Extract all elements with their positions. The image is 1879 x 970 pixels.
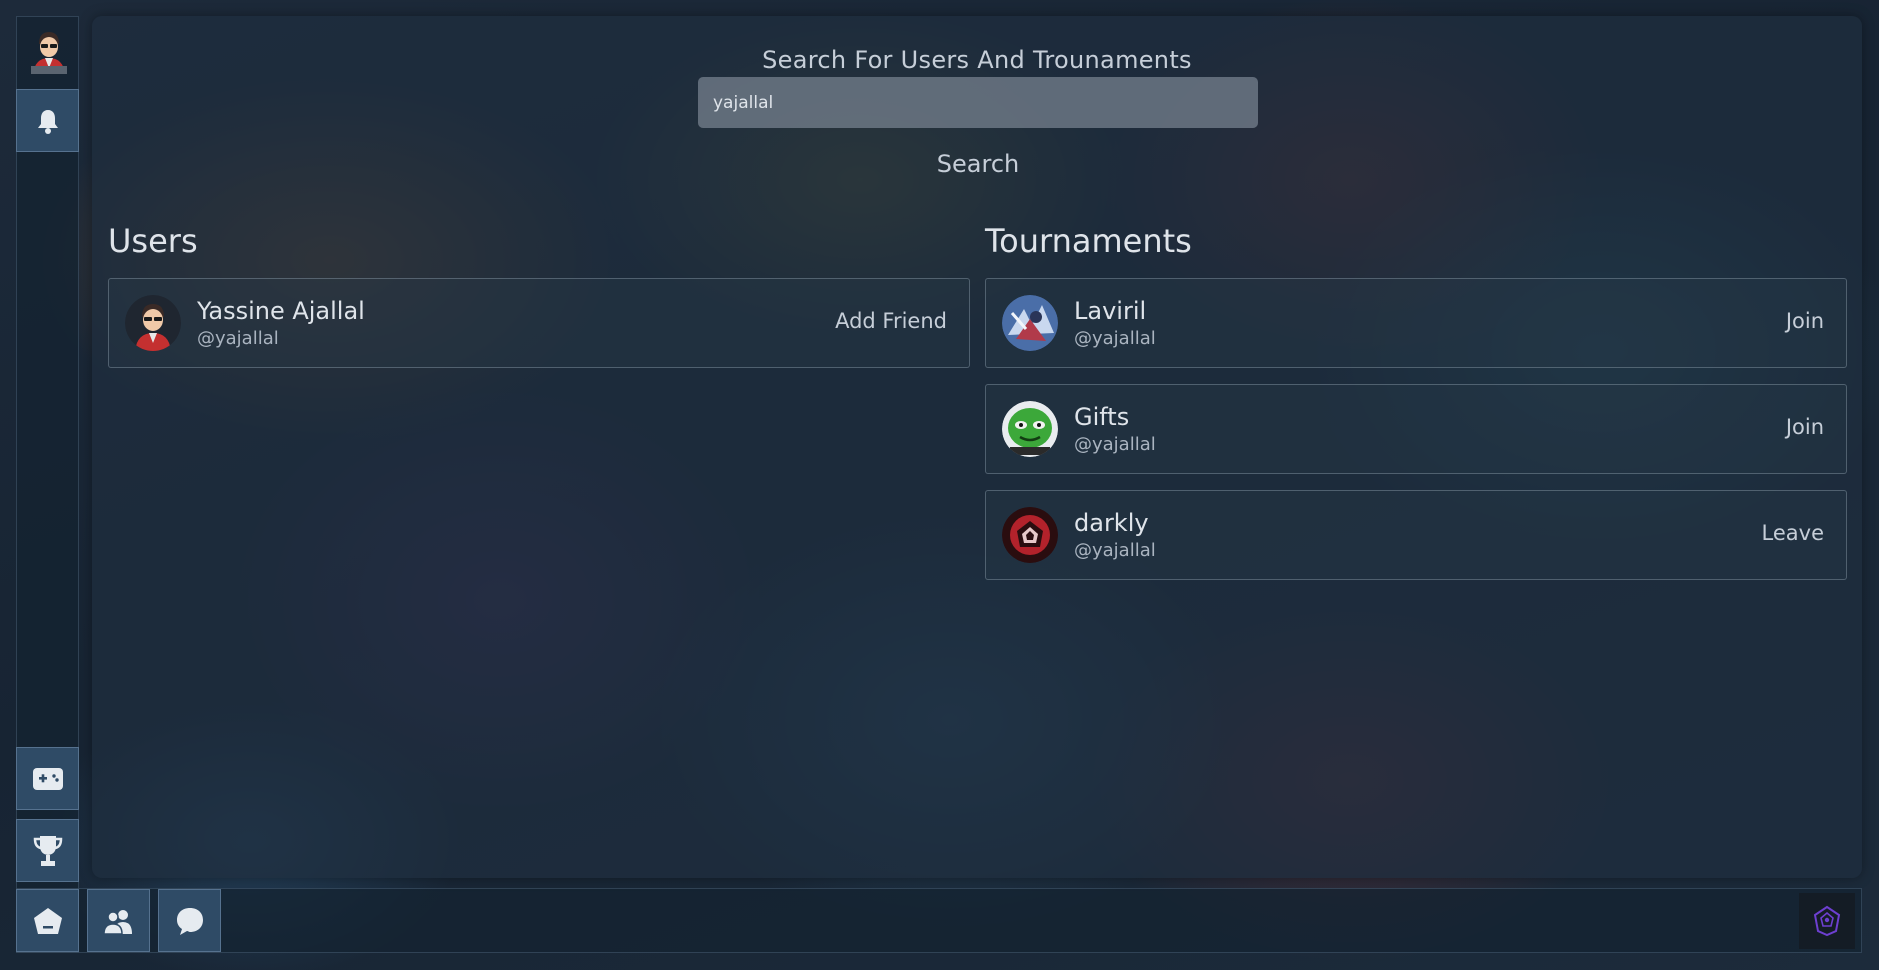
main-panel: Search For Users And Trounaments Search … xyxy=(92,16,1862,878)
chat-button[interactable] xyxy=(158,889,221,952)
sidebar xyxy=(16,16,79,953)
tournament-handle: @yajallal xyxy=(1074,434,1156,455)
friends-icon xyxy=(102,909,132,935)
tournaments-button[interactable] xyxy=(16,819,79,882)
search-button[interactable]: Search xyxy=(928,144,1028,184)
app-logo[interactable] xyxy=(1799,893,1855,949)
chat-icon xyxy=(176,907,203,935)
add-friend-button[interactable]: Add Friend xyxy=(835,309,947,333)
tournament-handle: @yajallal xyxy=(1074,540,1156,561)
users-heading: Users xyxy=(108,222,198,260)
tournament-name: darkly xyxy=(1074,509,1149,537)
profile-avatar[interactable] xyxy=(25,23,72,79)
tournament-name: Laviril xyxy=(1074,297,1147,325)
search-title: Search For Users And Trounaments xyxy=(762,46,1192,74)
tournament-card-gifts: Gifts @yajallal Join xyxy=(985,384,1847,474)
tournament-card-darkly: darkly @yajallal Leave xyxy=(985,490,1847,580)
tournament-name: Gifts xyxy=(1074,403,1130,431)
tournament-avatar xyxy=(1002,401,1058,457)
tournament-handle: @yajallal xyxy=(1074,328,1156,349)
notifications-button[interactable] xyxy=(16,89,79,152)
home-button[interactable] xyxy=(16,889,79,952)
gamepad-icon xyxy=(32,767,63,790)
user-card: Yassine Ajallal @yajallal Add Friend xyxy=(108,278,970,368)
bell-icon xyxy=(37,109,58,134)
friends-button[interactable] xyxy=(87,889,150,952)
tournament-avatar xyxy=(1002,507,1058,563)
bottom-nav xyxy=(16,888,1862,953)
tournament-image-icon xyxy=(1002,507,1058,563)
join-button[interactable]: Join xyxy=(1786,309,1824,333)
tournament-image-icon xyxy=(1002,401,1058,457)
home-icon xyxy=(33,907,62,934)
trophy-icon xyxy=(33,835,62,866)
tournament-image-icon xyxy=(1002,295,1058,351)
user-name: Yassine Ajallal xyxy=(197,297,365,325)
tournament-card-laviril: Laviril @yajallal Join xyxy=(985,278,1847,368)
tournament-avatar xyxy=(1002,295,1058,351)
user-handle: @yajallal xyxy=(197,328,279,349)
app-logo-icon xyxy=(1813,905,1841,937)
user-avatar-icon xyxy=(125,295,181,351)
user-avatar xyxy=(125,295,181,351)
join-button[interactable]: Join xyxy=(1786,415,1824,439)
user-avatar-icon xyxy=(30,32,67,74)
search-input[interactable] xyxy=(698,77,1258,128)
leave-button[interactable]: Leave xyxy=(1762,521,1824,545)
tournaments-heading: Tournaments xyxy=(985,222,1192,260)
game-button[interactable] xyxy=(16,747,79,810)
